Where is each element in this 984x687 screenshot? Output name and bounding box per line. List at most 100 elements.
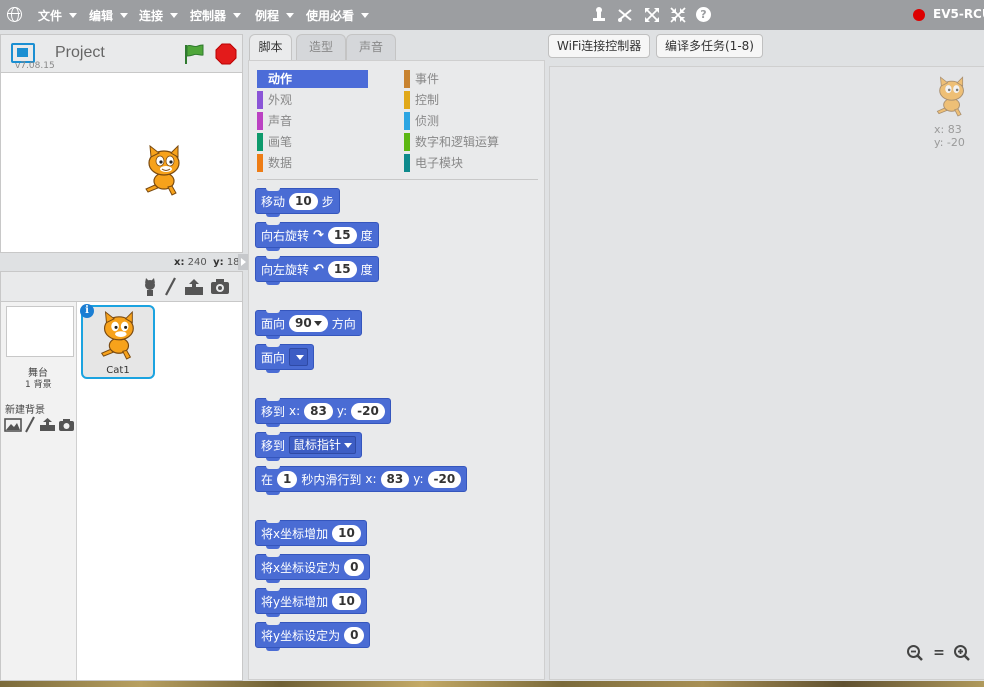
block-number-input[interactable]: 10 [332,592,361,610]
block-x-input[interactable]: 83 [380,470,410,488]
block-text: 移动 [261,194,286,209]
zoom-reset-icon[interactable]: = [930,644,948,662]
block-x-input[interactable]: 83 [304,402,333,420]
paint-sprite-icon[interactable] [163,277,177,297]
stamp-icon[interactable] [590,6,608,24]
menu-edit[interactable]: 编辑 [89,7,129,24]
sprite-y-label: y: [934,136,944,149]
choose-sprite-library-icon[interactable] [141,277,159,297]
block-target-dropdown[interactable]: 鼠标指针 [289,436,357,454]
block-number-input[interactable]: 10 [332,524,361,542]
block-point-towards[interactable]: 面向 [255,344,315,373]
block-y-input[interactable]: -20 [427,470,462,488]
block-set-y[interactable]: 将y坐标设定为 0 [255,622,371,651]
language-globe-icon[interactable] [7,7,22,22]
category-color-bar [404,154,410,172]
category-color-bar [257,133,263,151]
category-events[interactable]: 事件 [404,70,439,88]
block-text: x: [289,404,301,418]
category-data[interactable]: 数据 [257,154,292,172]
category-label: 动作 [268,72,293,86]
category-control[interactable]: 控制 [404,91,439,109]
tab-costumes[interactable]: 造型 [296,34,346,60]
mouse-x-value: 240 [187,257,207,268]
block-turn-left[interactable]: 向左旋转 ↶ 15 度 [255,256,379,285]
sprite-x-row: x: 83 [934,123,965,136]
connection-label[interactable]: EV5-RCU [933,7,984,21]
camera-sprite-icon[interactable] [210,278,230,295]
menu-connect[interactable]: 连接 [139,7,179,24]
block-number-input[interactable]: 15 [327,226,357,244]
block-turn-right[interactable]: 向右旋转 ↷ 15 度 [255,222,379,251]
block-change-y[interactable]: 将y坐标增加 10 [255,588,367,617]
category-color-bar [257,154,263,172]
sprite-tile-cat1[interactable]: i Cat1 [80,304,155,379]
cut-icon[interactable] [616,6,634,24]
zoom-in-icon[interactable] [953,644,971,662]
block-move-steps[interactable]: 移动 10 步 [255,188,340,217]
block-y-input[interactable]: -20 [351,402,385,420]
new-backdrop-label: 新建背景 [5,405,45,416]
upload-sprite-icon[interactable] [184,278,204,296]
backdrop-library-icon[interactable] [4,418,22,432]
project-title[interactable]: Project [55,44,105,62]
zoom-out-icon[interactable] [906,644,924,662]
scripts-area[interactable]: x: 83 y: -20 = [549,66,984,680]
category-motion[interactable]: 动作 [257,70,368,88]
block-go-to-xy[interactable]: 移到 x: 83 y: -20 [255,398,391,427]
category-sensing[interactable]: 侦测 [404,112,439,130]
info-icon[interactable]: i [80,304,94,318]
category-color-bar [404,133,410,151]
block-glide[interactable]: 在 1 秒内滑行到 x: 83 y: -20 [255,466,468,495]
shrink-icon[interactable] [669,6,687,24]
block-text: y: [336,404,348,418]
block-text: 度 [360,228,373,243]
stage-canvas[interactable] [0,72,243,253]
category-pen[interactable]: 画笔 [257,133,292,151]
tab-sounds[interactable]: 声音 [346,34,396,60]
block-point-in-direction[interactable]: 面向 90 方向 [255,310,362,339]
camera-backdrop-icon[interactable] [58,418,75,432]
sprite-name: Cat1 [106,365,130,376]
cat-thumbnail-icon [100,311,134,360]
block-number-input[interactable]: 15 [327,260,357,278]
menu-guide[interactable]: 使用必看 [306,7,370,24]
menu-bar: 文件 编辑 连接 控制器 例程 使用必看 ? EV5-RCU [0,0,984,30]
category-operators[interactable]: 数字和逻辑运算 [404,133,499,151]
chevron-down-icon [361,13,370,18]
stop-icon[interactable] [215,43,237,65]
block-number-input[interactable]: 0 [344,626,365,644]
grow-icon[interactable] [643,6,661,24]
upload-backdrop-icon[interactable] [39,417,56,432]
menu-controller-label: 控制器 [190,9,227,23]
stage-column: 舞台 1 背景 新建背景 [1,302,77,680]
presentation-mode-icon[interactable] [11,43,35,63]
block-direction-input[interactable]: 90 [289,314,328,332]
block-go-to-target[interactable]: 移到 鼠标指针 [255,432,363,461]
tab-scripts[interactable]: 脚本 [249,34,292,61]
block-set-x[interactable]: 将x坐标设定为 0 [255,554,371,583]
category-looks[interactable]: 外观 [257,91,292,109]
block-target-dropdown[interactable] [289,348,309,366]
help-icon[interactable]: ? [696,7,711,22]
desktop-strip [0,681,984,687]
cat-sprite-icon[interactable] [138,145,186,197]
stage-thumbnail[interactable] [6,306,74,357]
chevron-down-icon [233,13,242,18]
category-electronics[interactable]: 电子模块 [404,154,463,172]
menu-controller[interactable]: 控制器 [190,7,242,24]
category-sound[interactable]: 声音 [257,112,292,130]
compile-multitask-button[interactable]: 编译多任务(1-8) [656,34,763,58]
wifi-connect-button[interactable]: WiFi连接控制器 [548,34,651,58]
category-label: 数字和逻辑运算 [415,135,500,149]
block-change-x[interactable]: 将x坐标增加 10 [255,520,367,549]
green-flag-icon[interactable] [183,44,205,64]
paint-backdrop-icon[interactable] [24,416,36,434]
block-number-input[interactable]: 10 [289,192,318,210]
block-number-input[interactable]: 0 [344,558,365,576]
collapse-stage-arrow-icon[interactable] [238,254,248,270]
chevron-down-icon [286,13,295,18]
menu-file[interactable]: 文件 [38,7,78,24]
block-secs-input[interactable]: 1 [277,470,298,488]
menu-examples[interactable]: 例程 [255,7,295,24]
